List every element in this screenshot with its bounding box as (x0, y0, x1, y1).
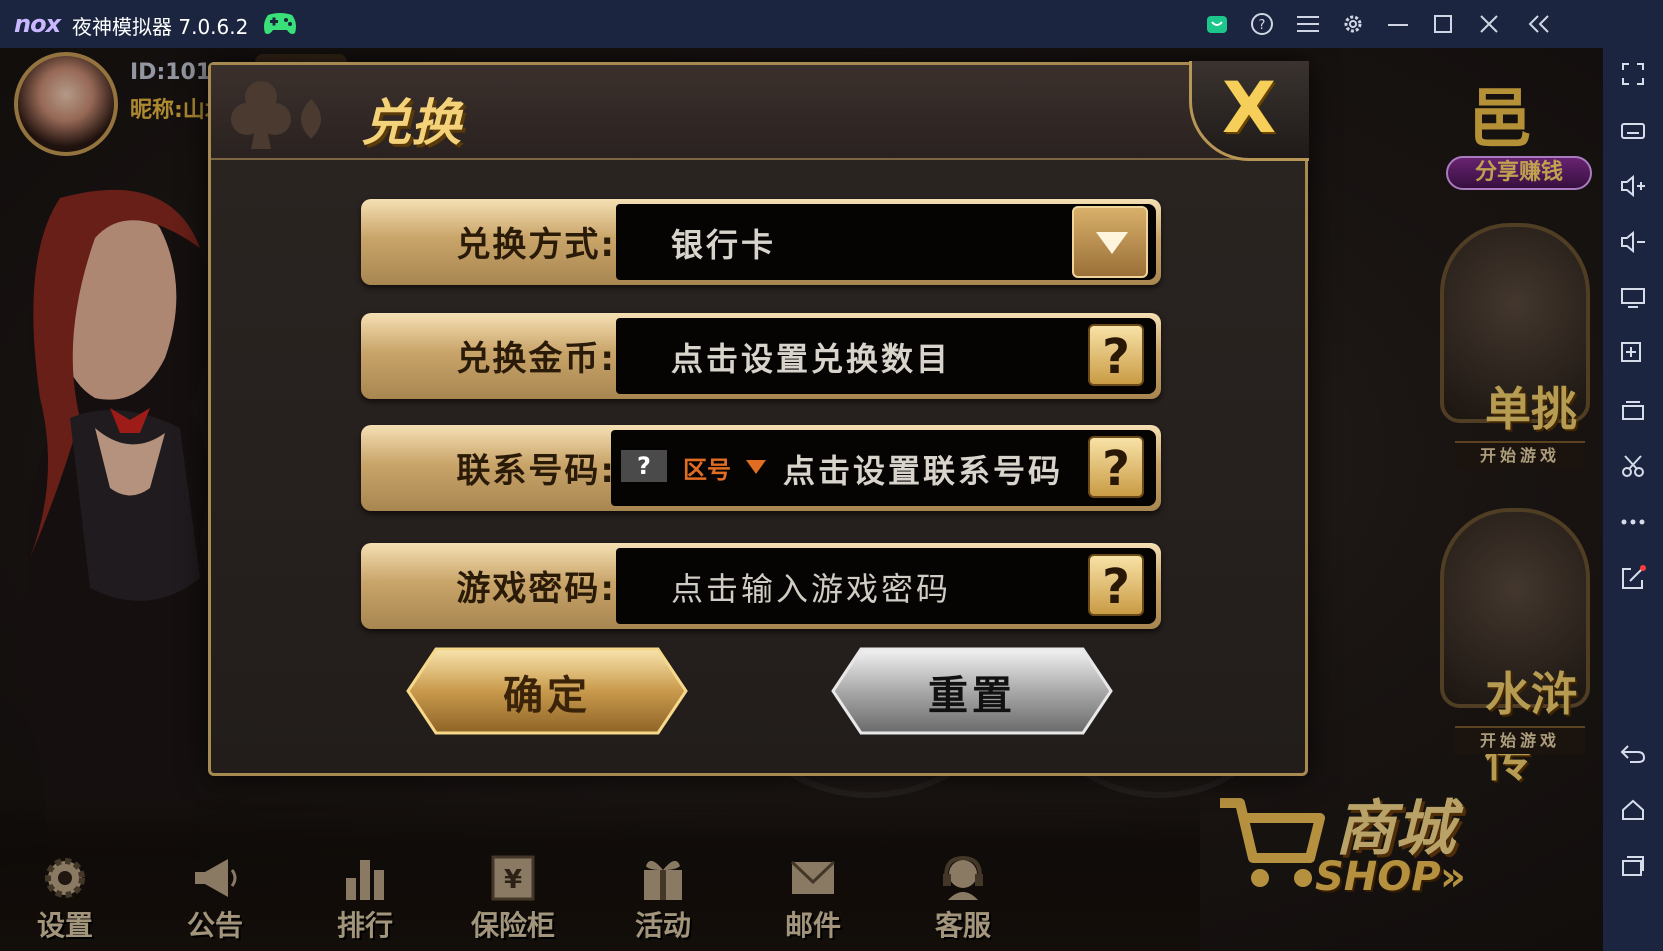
emulator-titlebar: nox 夜神模拟器 7.0.6.2 ? (0, 0, 1663, 48)
scissors-icon[interactable] (1617, 450, 1649, 482)
game-password-label: 游戏密码: (456, 569, 616, 609)
club-suit-icon (231, 81, 321, 149)
share-icon[interactable] (1617, 562, 1649, 594)
game-password-input[interactable]: 点击输入游戏密码 ? (616, 548, 1156, 624)
fullscreen-icon[interactable] (1617, 58, 1649, 90)
menu-icon[interactable] (1292, 8, 1324, 40)
close-icon: X (1222, 67, 1276, 149)
triangle-down-icon (1096, 232, 1128, 254)
exchange-dialog: 兑换 X 兑换方式: 银行卡 兑换金币: 点击设置兑换数目 ? 联系号码: ? … (208, 61, 1309, 776)
dialog-header: 兑换 X (211, 61, 1309, 161)
recents-icon[interactable] (1617, 850, 1649, 882)
help-button[interactable]: ? (1088, 324, 1144, 386)
contact-number-placeholder: 点击设置联系号码 (783, 452, 1064, 490)
close-icon[interactable] (1473, 8, 1505, 40)
emulator-sidebar (1603, 48, 1663, 951)
exchange-method-value: 银行卡 (671, 226, 777, 264)
settings-icon[interactable] (1337, 8, 1369, 40)
contact-number-label: 联系号码: (456, 451, 616, 491)
maximize-icon[interactable] (1427, 8, 1459, 40)
dialog-title: 兑换 (361, 94, 461, 152)
reset-button[interactable]: 重置 (831, 647, 1113, 735)
nox-logo: nox (14, 10, 61, 38)
game-password-placeholder: 点击输入游戏密码 (671, 570, 952, 608)
confirm-button[interactable]: 确定 (406, 647, 688, 735)
screen-icon[interactable] (1617, 282, 1649, 314)
gamepad-icon[interactable] (262, 9, 298, 37)
exchange-coins-label: 兑换金币: (456, 339, 616, 379)
dropdown-button[interactable] (1072, 206, 1148, 278)
store-icon[interactable] (1201, 8, 1233, 40)
help-button[interactable]: ? (1088, 436, 1144, 498)
area-code-label[interactable]: 区号 (683, 450, 731, 485)
more-icon[interactable] (1617, 506, 1649, 538)
home-icon[interactable] (1617, 794, 1649, 826)
volume-up-icon[interactable] (1617, 170, 1649, 202)
multi-instance-icon[interactable] (1617, 394, 1649, 426)
close-dialog-button[interactable]: X (1189, 61, 1309, 161)
apk-install-icon[interactable] (1617, 338, 1649, 370)
window-title: 夜神模拟器 7.0.6.2 (72, 15, 249, 39)
area-code-dropdown-icon[interactable] (746, 460, 766, 474)
exchange-coins-placeholder: 点击设置兑换数目 (671, 340, 952, 378)
volume-down-icon[interactable] (1617, 226, 1649, 258)
reset-label: 重置 (928, 673, 1016, 719)
exchange-method-row: 兑换方式: 银行卡 (361, 199, 1161, 285)
contact-number-input[interactable]: ? 区号 点击设置联系号码 ? (611, 430, 1156, 506)
back-icon[interactable] (1617, 738, 1649, 770)
area-code-flag[interactable]: ? (621, 450, 667, 482)
collapse-icon[interactable] (1523, 8, 1555, 40)
keyboard-icon[interactable] (1617, 114, 1649, 146)
exchange-coins-input[interactable]: 点击设置兑换数目 ? (616, 318, 1156, 394)
minimize-icon[interactable] (1382, 8, 1414, 40)
help-button[interactable]: ? (1088, 554, 1144, 616)
svg-text:?: ? (1259, 18, 1266, 33)
game-password-row: 游戏密码: 点击输入游戏密码 ? (361, 543, 1161, 629)
exchange-coins-row: 兑换金币: 点击设置兑换数目 ? (361, 313, 1161, 399)
help-icon[interactable]: ? (1246, 8, 1278, 40)
game-screen: ID:10116 昵称:山木 复制 邑 分享赚钱 单挑 开始游戏 水浒传 开始游… (0, 48, 1603, 951)
contact-number-row: 联系号码: ? 区号 点击设置联系号码 ? (361, 425, 1161, 511)
confirm-label: 确定 (503, 673, 591, 719)
exchange-method-label: 兑换方式: (456, 225, 616, 265)
exchange-method-select[interactable]: 银行卡 (616, 204, 1156, 280)
